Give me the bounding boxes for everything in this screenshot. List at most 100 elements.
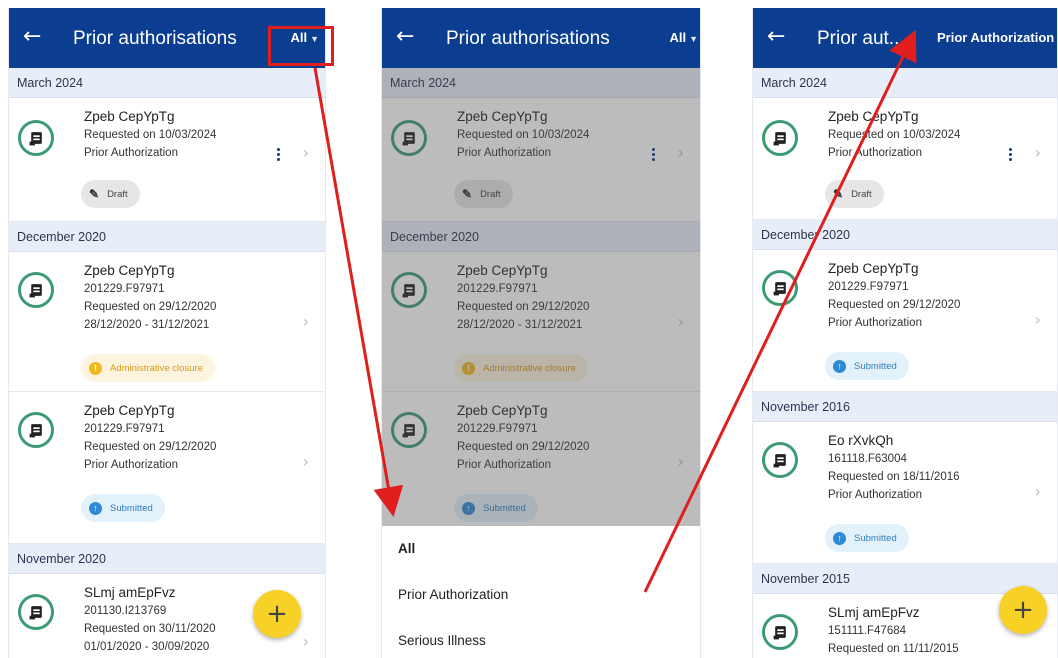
arrow-up-icon: ↑ [833,359,846,373]
chevron-right-icon: › [302,143,309,162]
chevron-right-icon: › [1034,482,1041,501]
app-bar: ← Prior aut... Prior Authorization▼ [753,8,1057,68]
page-title: Prior aut... [817,28,905,49]
list-item[interactable]: Zpeb CepYpTg Requested on 10/03/2024 Pri… [9,98,325,222]
item-line: 01/01/2020 - 30/09/2020 [84,641,210,653]
item-line: Requested on 10/03/2024 [84,129,217,141]
item-name: Zpeb CepYpTg [828,261,919,276]
month-header: March 2024 [753,68,1057,98]
edit-icon: ✎ [89,187,100,201]
add-button[interactable]: + [253,590,301,638]
item-name: SLmj amEpFvz [828,605,920,620]
status-label: Administrative closure [110,362,203,374]
document-icon [18,412,54,448]
arrow-up-icon: ↑ [89,501,102,515]
app-bar: ← Prior authorisations All ▼ [382,8,700,68]
chevron-right-icon: › [1034,143,1041,162]
status-badge: ✎ Draft [825,180,884,208]
item-line: 201229.F97971 [828,281,909,293]
list-item[interactable]: Zpeb CepYpTg 201229.F97971 Requested on … [753,250,1057,392]
document-icon [18,120,54,156]
list-item[interactable]: Zpeb CepYpTg Requested on 10/03/2024 Pri… [753,98,1057,220]
list-item[interactable]: Zpeb CepYpTg 201229.F97971 Requested on … [9,252,325,392]
item-line: Prior Authorization [828,317,922,329]
filter-label: All [669,30,687,45]
page-title: Prior authorisations [73,28,237,49]
list-item[interactable]: Eo rXvkQh 161118.F63004 Requested on 18/… [753,422,1057,564]
item-line: Requested on 30/11/2020 [84,623,216,635]
screen-list-all: ← Prior authorisations All ▼ March 2024 Z… [8,8,326,658]
status-badge: ! Administrative closure [81,354,215,382]
document-icon [18,272,54,308]
chevron-right-icon: › [302,312,309,331]
add-button[interactable]: + [999,586,1047,634]
alert-icon: ! [89,361,102,375]
list-item[interactable]: Zpeb CepYpTg 201229.F97971 Requested on … [9,392,325,544]
item-name: Zpeb CepYpTg [84,263,175,278]
month-header: November 2016 [753,392,1057,422]
item-line: Requested on 29/12/2020 [84,301,217,313]
chevron-right-icon: › [302,452,309,471]
item-name: Zpeb CepYpTg [828,109,919,124]
document-icon [762,270,798,306]
item-line: Requested on 11/11/2015 [828,643,959,655]
filter-option-all[interactable]: All [382,526,700,572]
item-line: Requested on 10/03/2024 [828,129,961,141]
status-label: Draft [851,188,872,200]
status-label: Submitted [110,502,153,514]
item-line: Requested on 29/12/2020 [84,441,217,453]
item-name: Zpeb CepYpTg [84,109,175,124]
status-badge: ✎ Draft [81,180,140,208]
item-name: Eo rXvkQh [828,433,894,448]
edit-icon: ✎ [833,187,844,201]
item-line: Requested on 18/11/2016 [828,471,960,483]
document-icon [762,442,798,478]
back-arrow-icon[interactable]: ← [767,23,795,51]
item-line: Requested on 29/12/2020 [828,299,961,311]
screen-list-filtered: ← Prior aut... Prior Authorization▼ Marc… [752,8,1058,658]
item-line: 28/12/2020 - 31/12/2021 [84,319,210,331]
filter-option-prior-authorization[interactable]: Prior Authorization [382,572,700,618]
modal-overlay[interactable] [382,68,700,526]
item-line: Prior Authorization [828,489,922,501]
item-line: 161118.F63004 [828,453,907,465]
document-icon [18,594,54,630]
status-label: Submitted [854,360,897,372]
item-name: Zpeb CepYpTg [84,403,175,418]
filter-dropdown[interactable]: Prior Authorization▼ [937,30,1057,45]
item-line: 201229.F97971 [84,423,165,435]
item-line: 201130.I213769 [84,605,167,617]
month-header: November 2020 [9,544,325,574]
status-badge: ↑ Submitted [825,352,909,380]
filter-bottom-sheet: All Prior Authorization Serious Illness [382,526,700,658]
month-header: March 2024 [9,68,325,98]
status-badge: ↑ Submitted [81,494,165,522]
caret-down-icon: ▼ [689,34,698,44]
document-icon [762,614,798,650]
item-name: SLmj amEpFvz [84,585,176,600]
filter-dropdown[interactable]: All ▼ [669,30,698,45]
item-line: Prior Authorization [84,459,178,471]
status-badge: ↑ Submitted [825,524,909,552]
filter-label: Prior Authorization [937,30,1055,45]
back-arrow-icon[interactable]: ← [396,23,424,51]
back-arrow-icon[interactable]: ← [23,23,51,51]
more-vertical-icon[interactable] [1009,148,1013,163]
more-vertical-icon[interactable] [277,148,281,163]
month-header: December 2020 [753,220,1057,250]
status-label: Draft [107,188,128,200]
page-title: Prior authorisations [446,28,610,49]
item-line: Prior Authorization [828,147,922,159]
chevron-right-icon: › [1034,310,1041,329]
filter-option-serious-illness[interactable]: Serious Illness [382,618,700,658]
screen-filter-menu: ← Prior authorisations All ▼ March 2024 Z… [381,8,701,658]
item-line: 201229.F97971 [84,283,165,295]
document-icon [762,120,798,156]
arrow-up-icon: ↑ [833,531,846,545]
status-label: Submitted [854,532,897,544]
highlight-box [268,26,334,66]
item-line: Prior Authorization [84,147,178,159]
item-line: 151111.F47684 [828,625,907,637]
month-header: December 2020 [9,222,325,252]
chevron-right-icon: › [302,632,309,651]
